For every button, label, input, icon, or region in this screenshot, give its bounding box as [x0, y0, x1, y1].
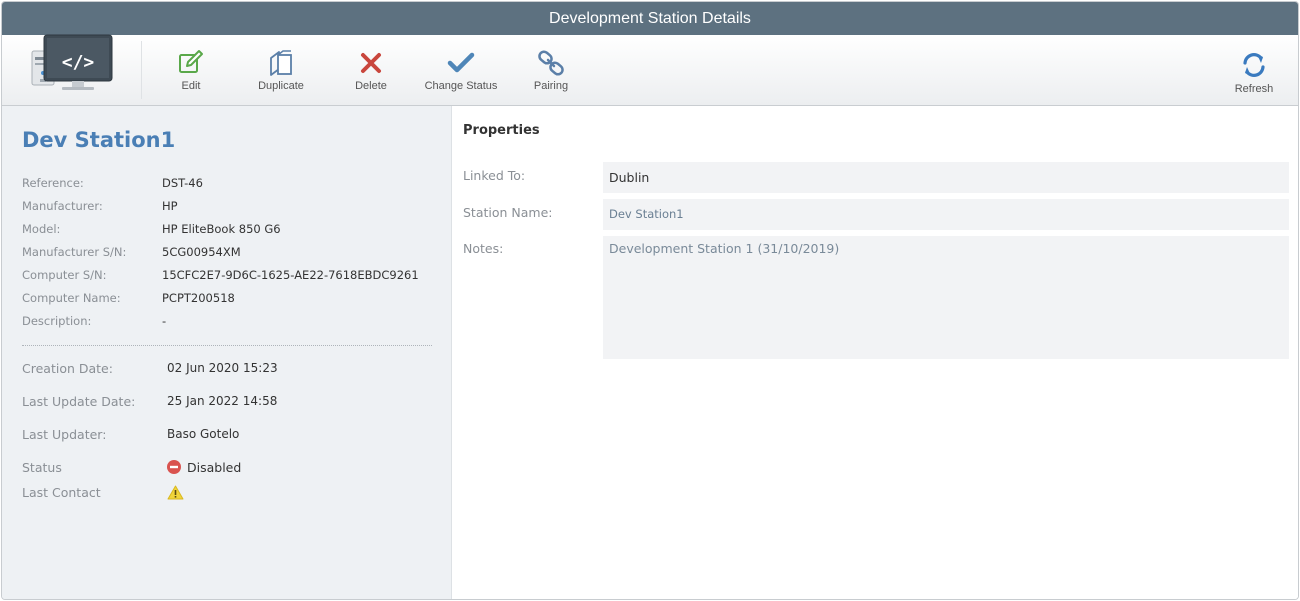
last-contact-label: Last Contact: [22, 485, 101, 500]
change-status-button[interactable]: Change Status: [416, 35, 506, 105]
info-value: -: [162, 314, 167, 328]
notes-label: Notes:: [463, 241, 504, 256]
pairing-button[interactable]: Pairing: [506, 35, 596, 105]
details-panel: Dev Station1 Reference: DST-46 Manufactu…: [2, 106, 452, 599]
notes-field[interactable]: Development Station 1 (31/10/2019): [603, 236, 1289, 359]
edit-icon: [179, 50, 203, 73]
disabled-icon: [167, 460, 181, 474]
info-key: Manufacturer S/N:: [22, 245, 127, 259]
refresh-button[interactable]: Refresh: [1209, 35, 1298, 105]
station-name-field[interactable]: Dev Station1: [603, 199, 1289, 230]
info-value: HP: [162, 199, 178, 213]
duplicate-button[interactable]: Duplicate: [236, 35, 326, 105]
properties-heading: Properties: [463, 123, 540, 138]
delete-icon: [361, 53, 381, 73]
status-label: Status: [22, 460, 62, 475]
delete-button[interactable]: Delete: [326, 35, 416, 105]
station-name-label: Station Name:: [463, 205, 553, 220]
creation-date-label: Creation Date:: [22, 361, 113, 376]
edit-label: Edit: [181, 80, 201, 92]
info-key: Model:: [22, 222, 61, 236]
duplicate-icon: [270, 50, 292, 76]
info-value: PCPT200518: [162, 291, 235, 305]
linked-to-field[interactable]: Dublin: [603, 162, 1289, 193]
info-value: 15CFC2E7-9D6C-1625-AE22-7618EBDC9261: [162, 268, 419, 282]
info-value: HP EliteBook 850 G6: [162, 222, 281, 236]
change-status-label: Change Status: [424, 80, 498, 92]
status-text: Disabled: [187, 460, 242, 475]
link-icon: [538, 50, 564, 76]
toolbar: </> Edit Duplicate Delete Change Status …: [2, 34, 1298, 106]
edit-button[interactable]: Edit: [146, 35, 236, 105]
last-updater-value: Baso Gotelo: [167, 427, 240, 441]
info-key: Computer Name:: [22, 291, 121, 305]
station-name-heading: Dev Station1: [22, 128, 176, 152]
info-value: DST-46: [162, 176, 203, 190]
duplicate-label: Duplicate: [258, 80, 304, 92]
checkmark-icon: [447, 52, 475, 73]
section-divider: [22, 345, 432, 346]
info-key: Reference:: [22, 176, 84, 190]
linked-to-label: Linked To:: [463, 168, 526, 183]
last-update-date-label: Last Update Date:: [22, 394, 136, 409]
svg-text:</>: </>: [62, 52, 95, 73]
toolbar-separator: [141, 41, 142, 99]
info-key: Description:: [22, 314, 92, 328]
last-contact-value: [167, 485, 190, 501]
creation-date-value: 02 Jun 2020 15:23: [167, 361, 278, 375]
info-key: Manufacturer:: [22, 199, 103, 213]
refresh-icon: [1243, 53, 1265, 77]
properties-panel: Properties Linked To: Dublin Station Nam…: [453, 106, 1298, 599]
info-value: 5CG00954XM: [162, 245, 241, 259]
pairing-label: Pairing: [533, 80, 569, 92]
window-title: Development Station Details: [2, 2, 1298, 35]
computer-code-icon: </>: [31, 34, 113, 90]
status-value: Disabled: [167, 460, 241, 475]
info-key: Computer S/N:: [22, 268, 107, 282]
last-update-date-value: 25 Jan 2022 14:58: [167, 394, 278, 408]
last-updater-label: Last Updater:: [22, 427, 107, 442]
delete-label: Delete: [355, 80, 387, 92]
details-window: Development Station Details </> Edit Dup…: [1, 1, 1299, 600]
warning-icon: [167, 485, 184, 500]
refresh-label: Refresh: [1234, 83, 1274, 95]
